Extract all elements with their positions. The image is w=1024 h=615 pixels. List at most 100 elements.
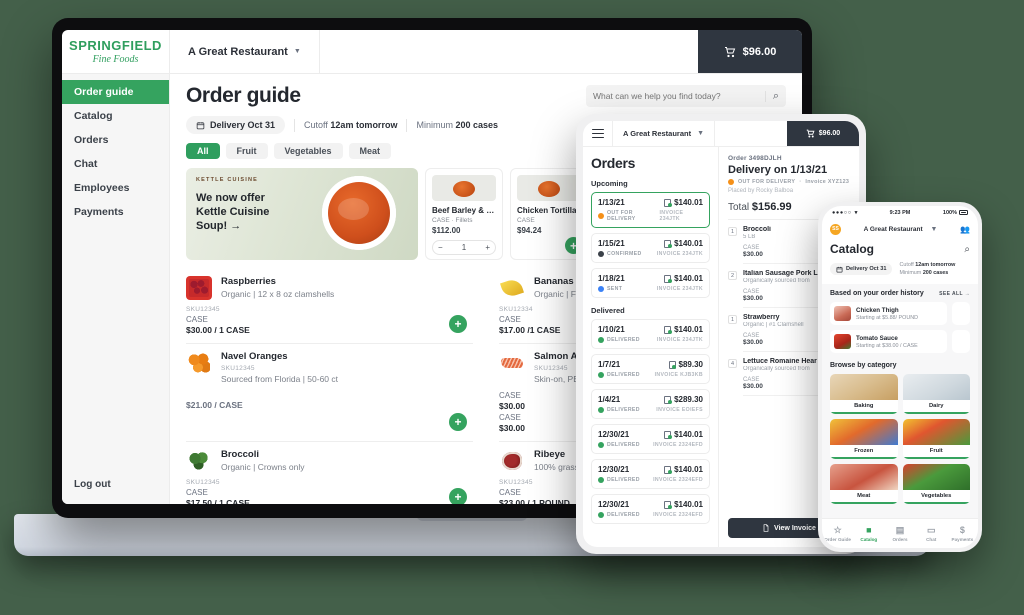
tablet-restaurant-selector[interactable]: A Great Restaurant ▼ [613, 121, 716, 146]
order-card[interactable]: 1/18/21 $140.01 SENT INVOICE 234JTK [591, 268, 710, 298]
order-invoice: INVOICE 234JTK [656, 251, 703, 257]
status-label: DELIVERED [607, 442, 640, 448]
restaurant-selector[interactable]: A Great Restaurant ▼ [170, 30, 320, 73]
product-row[interactable]: Navel Oranges SKU12345 Sourced from Flor… [186, 344, 473, 442]
product-row[interactable]: Raspberries Organic | 12 x 8 oz clamshel… [186, 269, 473, 344]
filter-all[interactable]: All [186, 143, 220, 159]
category-card[interactable]: Dairy [902, 374, 970, 415]
product-row[interactable]: Broccoli Organic | Crowns only SKU12345 … [186, 442, 473, 504]
product-price: Starting at $5.88/ POUND [856, 314, 919, 321]
orders-scroll[interactable]: 1/13/21 $140.01 OUT FOR DELIVERY INVOICE… [591, 192, 710, 547]
chat-icon: ▭ [926, 524, 936, 535]
battery-indicator: 100% [943, 210, 968, 216]
order-amount: $140.01 [664, 274, 703, 283]
search-input[interactable] [593, 91, 765, 101]
sidebar-item-chat[interactable]: Chat [62, 152, 169, 176]
phone-header: SS A Great Restaurant ▼ 👥 [822, 219, 978, 239]
order-amount: $289.30 [664, 395, 703, 404]
phone-content[interactable]: Based on your order history SEE ALL → Ch… [822, 284, 978, 548]
category-card[interactable]: Frozen [830, 419, 898, 460]
restaurant-name: A Great Restaurant [188, 45, 288, 58]
line-item-qty: 2 [728, 271, 737, 280]
product-row-top: Broccoli Organic | Crowns only [186, 449, 473, 473]
filter-fruit[interactable]: Fruit [225, 143, 268, 159]
brand-logo[interactable]: SPRINGFIELD Fine Foods [62, 30, 170, 73]
order-date: 12/30/21 [598, 500, 630, 509]
category-card[interactable]: Fruit [902, 419, 970, 460]
filter-vegetables[interactable]: Vegetables [273, 143, 343, 159]
category-card[interactable]: Meat [830, 464, 898, 505]
phone-bezel: ●●●○○ ▾ 9:23 PM 100% SS A Great Restaura… [818, 202, 982, 552]
tab-payments[interactable]: $ Payments [947, 525, 978, 542]
phone-restaurant-selector[interactable]: A Great Restaurant ▼ [841, 226, 960, 233]
search-icon[interactable]: ⌕ [964, 244, 970, 255]
avatar[interactable]: SS [830, 223, 841, 235]
history-item-peek[interactable] [952, 330, 970, 354]
invoice-icon [664, 274, 672, 283]
order-card[interactable]: 1/15/21 $140.01 CONFIRMED INVOICE 234JTK [591, 233, 710, 263]
order-card[interactable]: 12/30/21 $140.01 DELIVERED INVOICE 2324E… [591, 424, 710, 454]
quantity-stepper[interactable]: − 1 + [432, 240, 496, 256]
product-text: Raspberries Organic | 12 x 8 oz clamshel… [221, 276, 334, 299]
tablet-cart-button[interactable]: $96.00 [787, 121, 859, 146]
history-item-peek[interactable] [952, 302, 970, 326]
battery-icon [959, 210, 968, 215]
delivery-date-chip[interactable]: Delivery Oct 31 [186, 116, 286, 134]
people-icon[interactable]: 👥 [960, 225, 970, 234]
tab-chat[interactable]: ▭ Chat [916, 524, 947, 542]
decrement-button[interactable]: − [438, 243, 443, 252]
order-card[interactable]: 12/30/21 $140.01 DELIVERED INVOICE 2324E… [591, 459, 710, 489]
product-thumbnail [186, 351, 212, 375]
order-card[interactable]: 1/7/21 $89.30 DELIVERED INVOICE KJB3KB [591, 354, 710, 384]
tab-order-guide[interactable]: ☆ Order Guide [822, 525, 853, 542]
sidebar-item-payments[interactable]: Payments [62, 200, 169, 224]
invoice-icon [664, 239, 672, 248]
history-item[interactable]: Chicken Thigh Starting at $5.88/ POUND [830, 302, 947, 326]
order-card[interactable]: 1/10/21 $140.01 DELIVERED INVOICE 234JTK [591, 319, 710, 349]
sidebar-item-catalog[interactable]: Catalog [62, 104, 169, 128]
sidebar-item-employees[interactable]: Employees [62, 176, 169, 200]
sidebar-item-orders[interactable]: Orders [62, 128, 169, 152]
search-box[interactable]: ⌕ [586, 85, 786, 107]
invoice-icon [668, 360, 677, 369]
tab-catalog[interactable]: ■ Catalog [853, 525, 884, 542]
meta-divider-1 [294, 118, 296, 132]
calendar-icon [836, 266, 843, 273]
product-row-top: Navel Oranges SKU12345 Sourced from Flor… [186, 351, 473, 384]
order-status: DELIVERED [598, 512, 640, 518]
hamburger-menu-icon[interactable] [583, 121, 613, 146]
search-icon[interactable]: ⌕ [764, 90, 779, 102]
category-card[interactable]: Vegetables [902, 464, 970, 505]
tab-orders[interactable]: ▤ Orders [884, 525, 915, 542]
carousel-card[interactable]: Beef Barley & Ve.. CASE · Fillets $112.0… [425, 168, 503, 260]
order-card[interactable]: 1/13/21 $140.01 OUT FOR DELIVERY INVOICE… [591, 192, 710, 228]
order-card[interactable]: 1/4/21 $289.30 DELIVERED INVOICE EOIEFS [591, 389, 710, 419]
product-description: Organic | Crowns only [221, 462, 305, 472]
product-row-top: Raspberries Organic | 12 x 8 oz clamshel… [186, 276, 473, 300]
status-dot-icon [598, 512, 604, 518]
cutoff-info: Cutoff 12am tomorrow [304, 120, 397, 130]
minimum-label: Minimum [416, 120, 453, 130]
logout-button[interactable]: Log out [62, 469, 169, 504]
delivery-date-chip[interactable]: Delivery Oct 31 [830, 263, 893, 276]
add-to-cart-button[interactable]: + [449, 488, 467, 504]
view-invoice-label: View Invoice [774, 524, 816, 532]
chevron-down-icon: ▼ [697, 130, 705, 137]
filter-meat[interactable]: Meat [348, 143, 392, 159]
tab-label: Order Guide [824, 536, 851, 542]
product-unit: CASE [186, 488, 208, 497]
order-status: DELIVERED [598, 442, 640, 448]
cutoff-value: 12am tomorrow [915, 262, 956, 268]
see-all-link[interactable]: SEE ALL → [939, 291, 970, 297]
history-item[interactable]: Tomato Sauce Starting at $38.00 / CASE [830, 330, 947, 354]
order-card[interactable]: 12/30/21 $140.01 DELIVERED INVOICE 2324E… [591, 494, 710, 524]
brand-line2: Fine Foods [92, 53, 139, 65]
add-to-cart-button[interactable]: + [449, 413, 467, 431]
sidebar-item-order-guide[interactable]: Order guide [62, 80, 169, 104]
category-card[interactable]: Baking [830, 374, 898, 415]
add-to-cart-button[interactable]: + [449, 315, 467, 333]
increment-button[interactable]: + [485, 243, 490, 252]
cart-button[interactable]: $96.00 [698, 30, 802, 73]
promo-banner[interactable]: KETTLE CUISINE We now offer Kettle Cuisi… [186, 168, 418, 260]
order-status: DELIVERED [598, 372, 640, 378]
